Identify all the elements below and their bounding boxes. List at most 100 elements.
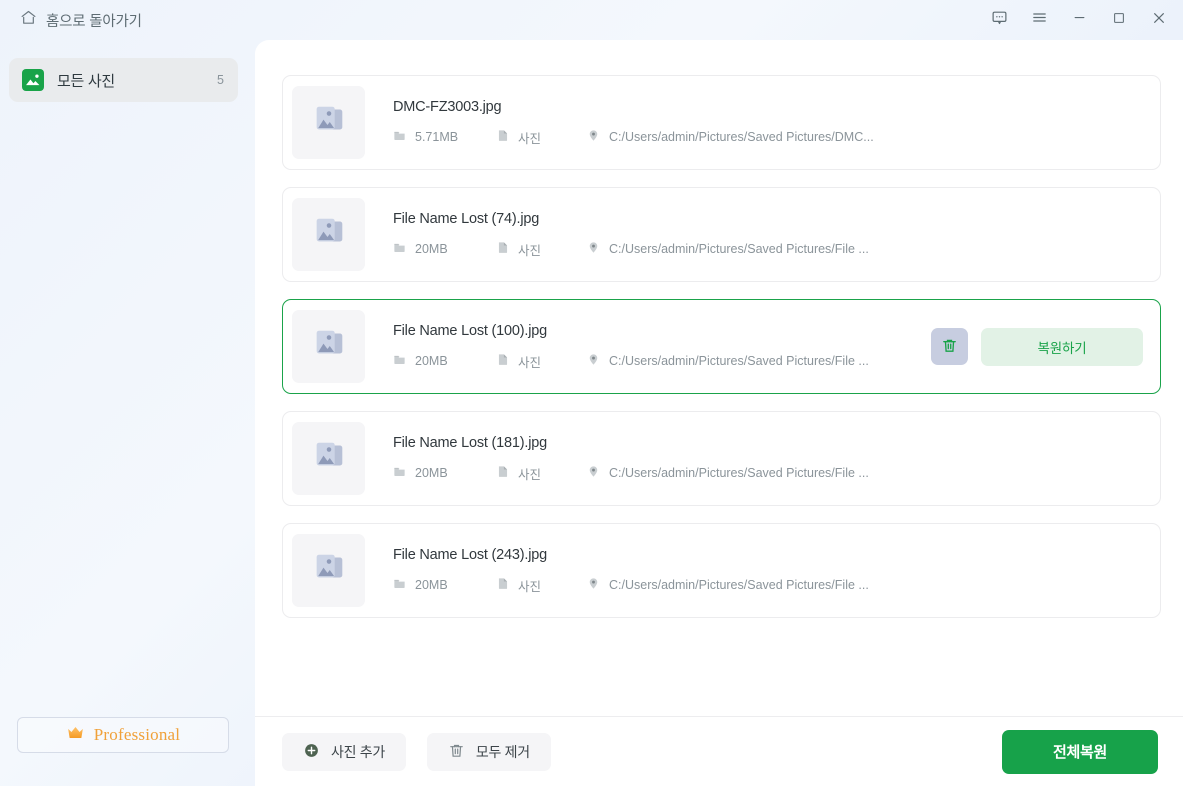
feedback-button[interactable] [979, 1, 1019, 39]
minimize-icon [1072, 10, 1087, 30]
file-info: File Name Lost (74).jpg 20MB 사진 C:/Users… [365, 211, 1147, 259]
image-placeholder-icon [310, 101, 348, 144]
file-row[interactable]: File Name Lost (74).jpg 20MB 사진 C:/Users… [282, 187, 1161, 282]
remove-all-label: 모두 제거 [475, 743, 530, 760]
file-thumbnail [292, 310, 365, 383]
image-placeholder-icon [310, 213, 348, 256]
file-meta: 20MB 사진 C:/Users/admin/Pictures/Saved Pi… [393, 464, 1147, 483]
restore-all-button[interactable]: 전체복원 [1002, 729, 1158, 774]
file-size-text: 20MB [415, 466, 448, 480]
file-icon [497, 353, 509, 369]
add-photo-button[interactable]: 사진 추가 [282, 732, 406, 771]
location-pin-icon [587, 465, 600, 481]
restore-file-button[interactable]: 복원하기 [981, 327, 1143, 366]
file-icon [497, 241, 509, 257]
file-thumbnail [292, 198, 365, 271]
image-placeholder-icon [310, 325, 348, 368]
sidebar-item-all-photos[interactable]: 모든 사진 5 [9, 58, 238, 102]
main-panel: DMC-FZ3003.jpg 5.71MB 사진 C:/Users/admin/… [255, 40, 1183, 786]
file-icon [497, 577, 509, 593]
file-thumbnail [292, 422, 365, 495]
photo-icon [22, 69, 44, 91]
file-icon [497, 129, 509, 145]
file-list: DMC-FZ3003.jpg 5.71MB 사진 C:/Users/admin/… [255, 40, 1183, 716]
file-info: File Name Lost (100).jpg 20MB 사진 C:/User… [365, 323, 931, 371]
location-pin-icon [587, 353, 600, 369]
file-name: File Name Lost (181).jpg [393, 434, 547, 451]
remove-all-button[interactable]: 모두 제거 [426, 732, 551, 771]
file-type-text: 사진 [518, 243, 542, 258]
sidebar-item-label: 모든 사진 [57, 72, 115, 90]
file-icon [497, 465, 509, 481]
row-actions: 복원하기 [931, 327, 1147, 366]
file-size: 20MB [393, 353, 497, 369]
minimize-button[interactable] [1059, 1, 1099, 39]
file-meta: 20MB 사진 C:/Users/admin/Pictures/Saved Pi… [393, 352, 931, 371]
file-type: 사진 [497, 352, 587, 371]
file-size-text: 5.71MB [415, 130, 459, 144]
file-row[interactable]: File Name Lost (243).jpg 20MB 사진 C:/User… [282, 523, 1161, 618]
location-pin-icon [587, 577, 600, 593]
file-path: C:/Users/admin/Pictures/Saved Pictures/F… [587, 241, 1147, 257]
file-path-text: C:/Users/admin/Pictures/Saved Pictures/F… [609, 354, 869, 368]
folder-icon [393, 465, 406, 481]
file-name: File Name Lost (100).jpg [393, 322, 547, 339]
home-back-button[interactable]: 홈으로 돌아가기 [14, 5, 148, 35]
file-type: 사진 [497, 464, 587, 483]
crown-icon [66, 725, 85, 745]
close-button[interactable] [1139, 1, 1179, 39]
folder-icon [393, 577, 406, 593]
professional-label: Professional [93, 725, 181, 744]
file-meta: 20MB 사진 C:/Users/admin/Pictures/Saved Pi… [393, 576, 1147, 595]
plus-circle-icon [303, 742, 320, 762]
menu-button[interactable] [1019, 1, 1059, 39]
file-row[interactable]: File Name Lost (100).jpg 20MB 사진 C:/User… [282, 299, 1161, 394]
file-size-text: 20MB [415, 242, 448, 256]
sidebar: 모든 사진 5 Professional [0, 40, 255, 786]
file-name: File Name Lost (243).jpg [393, 546, 547, 563]
professional-upgrade-button[interactable]: Professional [17, 717, 229, 753]
sidebar-item-count: 5 [217, 73, 224, 87]
file-path-text: C:/Users/admin/Pictures/Saved Pictures/F… [609, 578, 869, 592]
file-type: 사진 [497, 576, 587, 595]
file-info: File Name Lost (243).jpg 20MB 사진 C:/User… [365, 547, 1147, 595]
file-type: 사진 [497, 240, 587, 259]
file-type-text: 사진 [518, 355, 542, 370]
window-controls [979, 1, 1179, 39]
file-info: DMC-FZ3003.jpg 5.71MB 사진 C:/Users/admin/… [365, 99, 1147, 147]
bottom-toolbar: 사진 추가 모두 제거 전체복원 [255, 716, 1183, 786]
maximize-icon [1112, 11, 1126, 30]
chat-bubble-icon [991, 9, 1008, 31]
folder-icon [393, 241, 406, 257]
add-photo-label: 사진 추가 [331, 743, 385, 760]
image-placeholder-icon [310, 549, 348, 592]
location-pin-icon [587, 129, 600, 145]
file-size: 20MB [393, 465, 497, 481]
file-path-text: C:/Users/admin/Pictures/Saved Pictures/F… [609, 242, 869, 256]
home-back-label: 홈으로 돌아가기 [46, 13, 142, 30]
hamburger-menu-icon [1031, 9, 1048, 31]
file-name: File Name Lost (74).jpg [393, 210, 540, 227]
app-window: 홈으로 돌아가기 모든 사진 5 Professional DMC-FZ3003… [0, 0, 1183, 786]
folder-icon [393, 129, 406, 145]
file-path: C:/Users/admin/Pictures/Saved Pictures/F… [587, 353, 931, 369]
file-path: C:/Users/admin/Pictures/Saved Pictures/D… [587, 129, 1147, 145]
close-icon [1151, 10, 1167, 31]
file-info: File Name Lost (181).jpg 20MB 사진 C:/User… [365, 435, 1147, 483]
location-pin-icon [587, 241, 600, 257]
file-size: 20MB [393, 241, 497, 257]
file-type: 사진 [497, 128, 587, 147]
maximize-button[interactable] [1099, 1, 1139, 39]
file-meta: 5.71MB 사진 C:/Users/admin/Pictures/Saved … [393, 128, 1147, 147]
delete-file-button[interactable] [931, 328, 968, 365]
file-row[interactable]: File Name Lost (181).jpg 20MB 사진 C:/User… [282, 411, 1161, 506]
file-size-text: 20MB [415, 354, 448, 368]
trash-icon [448, 742, 465, 762]
file-thumbnail [292, 86, 365, 159]
file-size: 5.71MB [393, 129, 497, 145]
home-icon [20, 9, 37, 31]
file-meta: 20MB 사진 C:/Users/admin/Pictures/Saved Pi… [393, 240, 1147, 259]
file-name: DMC-FZ3003.jpg [393, 98, 502, 115]
file-row[interactable]: DMC-FZ3003.jpg 5.71MB 사진 C:/Users/admin/… [282, 75, 1161, 170]
file-type-text: 사진 [518, 467, 542, 482]
